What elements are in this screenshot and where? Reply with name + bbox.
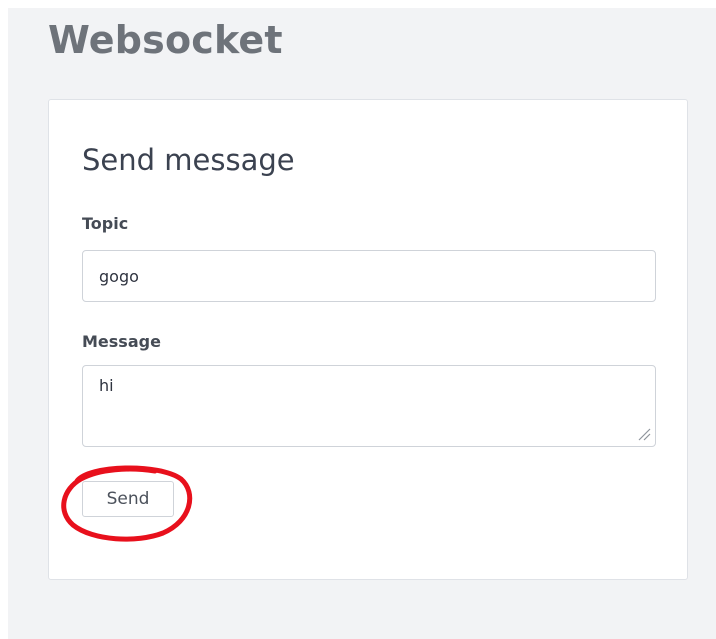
resize-handle-icon[interactable] <box>637 427 651 441</box>
message-label: Message <box>82 332 161 351</box>
page-title: Websocket <box>48 18 283 62</box>
topic-label: Topic <box>82 214 129 233</box>
message-textarea[interactable]: hi <box>82 365 656 447</box>
send-message-card: Send message Topic Message hi Send <box>48 99 688 580</box>
send-button[interactable]: Send <box>82 481 174 517</box>
topic-input[interactable] <box>82 250 656 302</box>
card-title: Send message <box>82 143 295 177</box>
